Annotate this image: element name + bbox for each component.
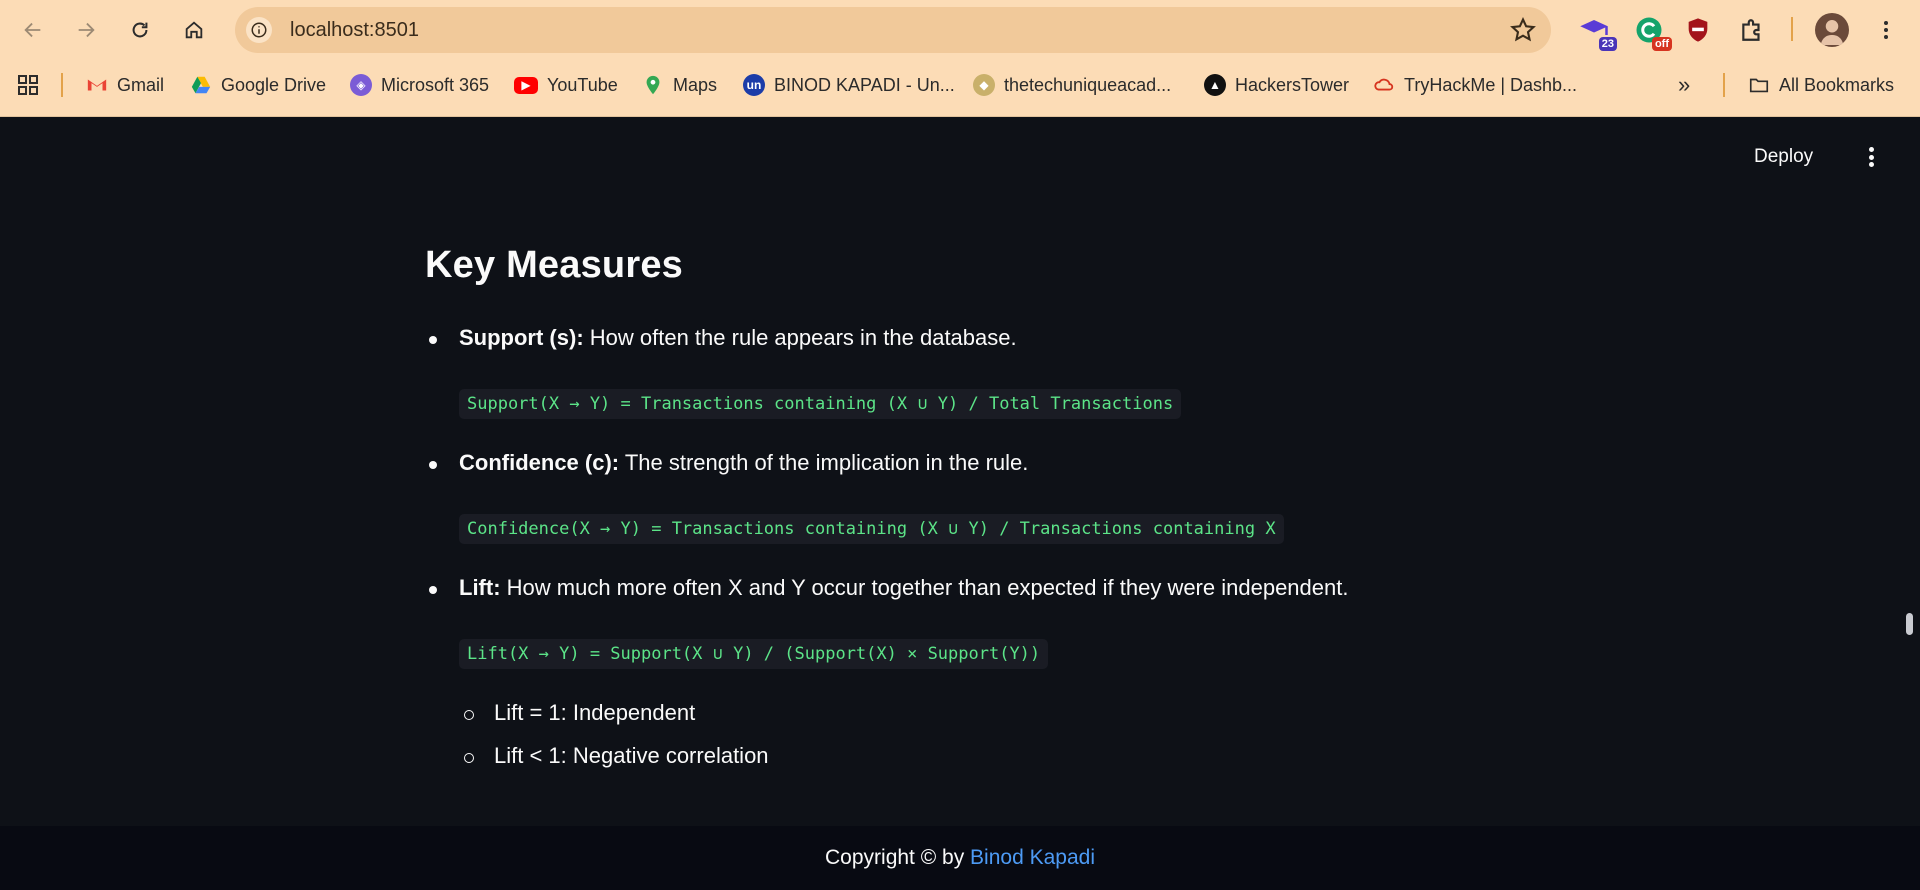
- address-bar[interactable]: localhost:8501: [235, 7, 1551, 53]
- sub-bullet-icon: [464, 753, 474, 763]
- home-icon: [185, 21, 203, 39]
- bookmark-youtube[interactable]: ▶ YouTube: [514, 70, 618, 100]
- browser-toolbar: localhost:8501 23 off: [0, 0, 1920, 60]
- measure-term: Support (s):: [459, 325, 584, 350]
- gmail-icon: [86, 74, 108, 96]
- measure-confidence: Confidence (c): The strength of the impl…: [459, 450, 1028, 476]
- browser-chrome: localhost:8501 23 off Gmail Google Drive…: [0, 0, 1920, 117]
- youtube-icon: ▶: [514, 76, 538, 94]
- bookmark-google-drive[interactable]: Google Drive: [190, 70, 326, 100]
- reload-button[interactable]: [122, 12, 158, 48]
- puzzle-icon: [1742, 19, 1760, 41]
- arrow-left-icon: [24, 22, 41, 38]
- site-info-icon[interactable]: [246, 17, 272, 43]
- measure-description: The strength of the implication in the r…: [619, 450, 1029, 475]
- bookmark-microsoft-365[interactable]: ◈ Microsoft 365: [350, 70, 489, 100]
- footer-author-link[interactable]: Binod Kapadi: [970, 846, 1095, 870]
- back-button[interactable]: [15, 12, 51, 48]
- extension-shield[interactable]: [1681, 13, 1715, 47]
- bookmark-gmail[interactable]: Gmail: [86, 70, 164, 100]
- shield-icon: [1688, 18, 1708, 42]
- bookmark-label: Google Drive: [221, 74, 327, 95]
- extension-grammarly[interactable]: off: [1632, 13, 1672, 51]
- address-url[interactable]: localhost:8501: [290, 19, 419, 42]
- formula-lift: Lift(X → Y) = Support(X ∪ Y) / (Support(…: [459, 639, 1049, 669]
- measure-description: How much more often X and Y occur togeth…: [500, 575, 1349, 600]
- arrow-right-icon: [78, 22, 95, 38]
- bullet-icon: [429, 336, 437, 344]
- formula-confidence: Confidence(X → Y) = Transactions contain…: [459, 514, 1284, 544]
- bullet-icon: [429, 461, 437, 469]
- unstop-icon: un: [743, 74, 765, 96]
- measure-term: Lift:: [459, 575, 501, 600]
- sub-bullet-icon: [464, 710, 474, 720]
- more-bookmarks-button[interactable]: »: [1678, 70, 1690, 100]
- measure-term: Confidence (c):: [459, 450, 620, 475]
- bookmark-label: Microsoft 365: [381, 74, 490, 95]
- footer-copyright: Copyright © by: [825, 846, 971, 869]
- bookmark-star-icon[interactable]: [1509, 16, 1537, 44]
- bookmark-binod-kapadi[interactable]: un BINOD KAPADI - Un...: [743, 70, 955, 100]
- bookmark-hackerstower[interactable]: ▲ HackersTower: [1204, 70, 1349, 100]
- browser-menu-button[interactable]: [1869, 13, 1903, 47]
- microsoft-365-icon: ◈: [350, 74, 372, 96]
- bookmarks-divider: [1723, 73, 1725, 97]
- chevron-double-right-icon: »: [1678, 72, 1691, 97]
- tryhackme-icon: [1373, 74, 1395, 96]
- folder-icon: [1748, 74, 1770, 96]
- extensions-button[interactable]: [1735, 13, 1769, 47]
- more-vertical-icon: [1884, 21, 1888, 39]
- extension-badge: 23: [1598, 37, 1617, 51]
- extension-badge: off: [1651, 37, 1672, 51]
- measure-lift: Lift: How much more often X and Y occur …: [459, 575, 1348, 601]
- profile-avatar[interactable]: [1815, 13, 1849, 47]
- avatar-icon: [1820, 20, 1844, 45]
- app-main: Deploy Key Measures Support (s): How oft…: [0, 118, 1920, 826]
- bookmarks-bar: Gmail Google Drive ◈ Microsoft 365 ▶ You…: [0, 64, 1920, 106]
- academy-icon: ◆: [973, 74, 995, 96]
- lift-note-independent: Lift = 1: Independent: [494, 700, 696, 725]
- bookmark-maps[interactable]: Maps: [642, 70, 717, 100]
- all-bookmarks-label: All Bookmarks: [1779, 74, 1895, 95]
- google-drive-icon: [190, 74, 212, 96]
- bookmark-tryhackme[interactable]: TryHackMe | Dashb...: [1373, 70, 1577, 100]
- bookmark-label: YouTube: [547, 74, 618, 95]
- bullet-icon: [429, 586, 437, 594]
- bookmark-label: BINOD KAPADI - Un...: [774, 74, 955, 95]
- bookmark-label: HackersTower: [1235, 74, 1350, 95]
- scrollbar-thumb[interactable]: [1906, 613, 1913, 635]
- bookmark-label: TryHackMe | Dashb...: [1404, 74, 1578, 95]
- apps-button[interactable]: [16, 70, 40, 100]
- home-button[interactable]: [176, 12, 212, 48]
- toolbar-divider: [1791, 17, 1793, 41]
- forward-button[interactable]: [68, 12, 104, 48]
- apps-grid-icon: [18, 75, 38, 95]
- maps-icon: [642, 74, 664, 96]
- section-heading: Key Measures: [425, 244, 683, 286]
- hackerstower-icon: ▲: [1204, 74, 1226, 96]
- all-bookmarks-button[interactable]: All Bookmarks: [1748, 70, 1894, 100]
- extension-graduation-cap[interactable]: 23: [1577, 13, 1617, 51]
- bookmark-label: thetechuniqueacad...: [1004, 74, 1172, 95]
- bookmark-thetechunique[interactable]: ◆ thetechuniqueacad...: [973, 70, 1171, 100]
- more-vertical-icon: [1868, 147, 1874, 152]
- deploy-button[interactable]: Deploy: [1754, 146, 1813, 168]
- formula-support: Support(X → Y) = Transactions containing…: [459, 389, 1182, 419]
- bookmarks-divider: [61, 73, 63, 97]
- measure-description: How often the rule appears in the databa…: [583, 325, 1017, 350]
- measure-support: Support (s): How often the rule appears …: [459, 325, 1017, 351]
- reload-icon: [132, 22, 148, 38]
- bookmark-label: Maps: [673, 74, 718, 95]
- lift-note-negative: Lift < 1: Negative correlation: [494, 743, 769, 768]
- bookmark-label: Gmail: [117, 74, 165, 95]
- footer: Copyright © by Binod Kapadi: [0, 826, 1920, 890]
- app-menu-button[interactable]: [1860, 144, 1882, 170]
